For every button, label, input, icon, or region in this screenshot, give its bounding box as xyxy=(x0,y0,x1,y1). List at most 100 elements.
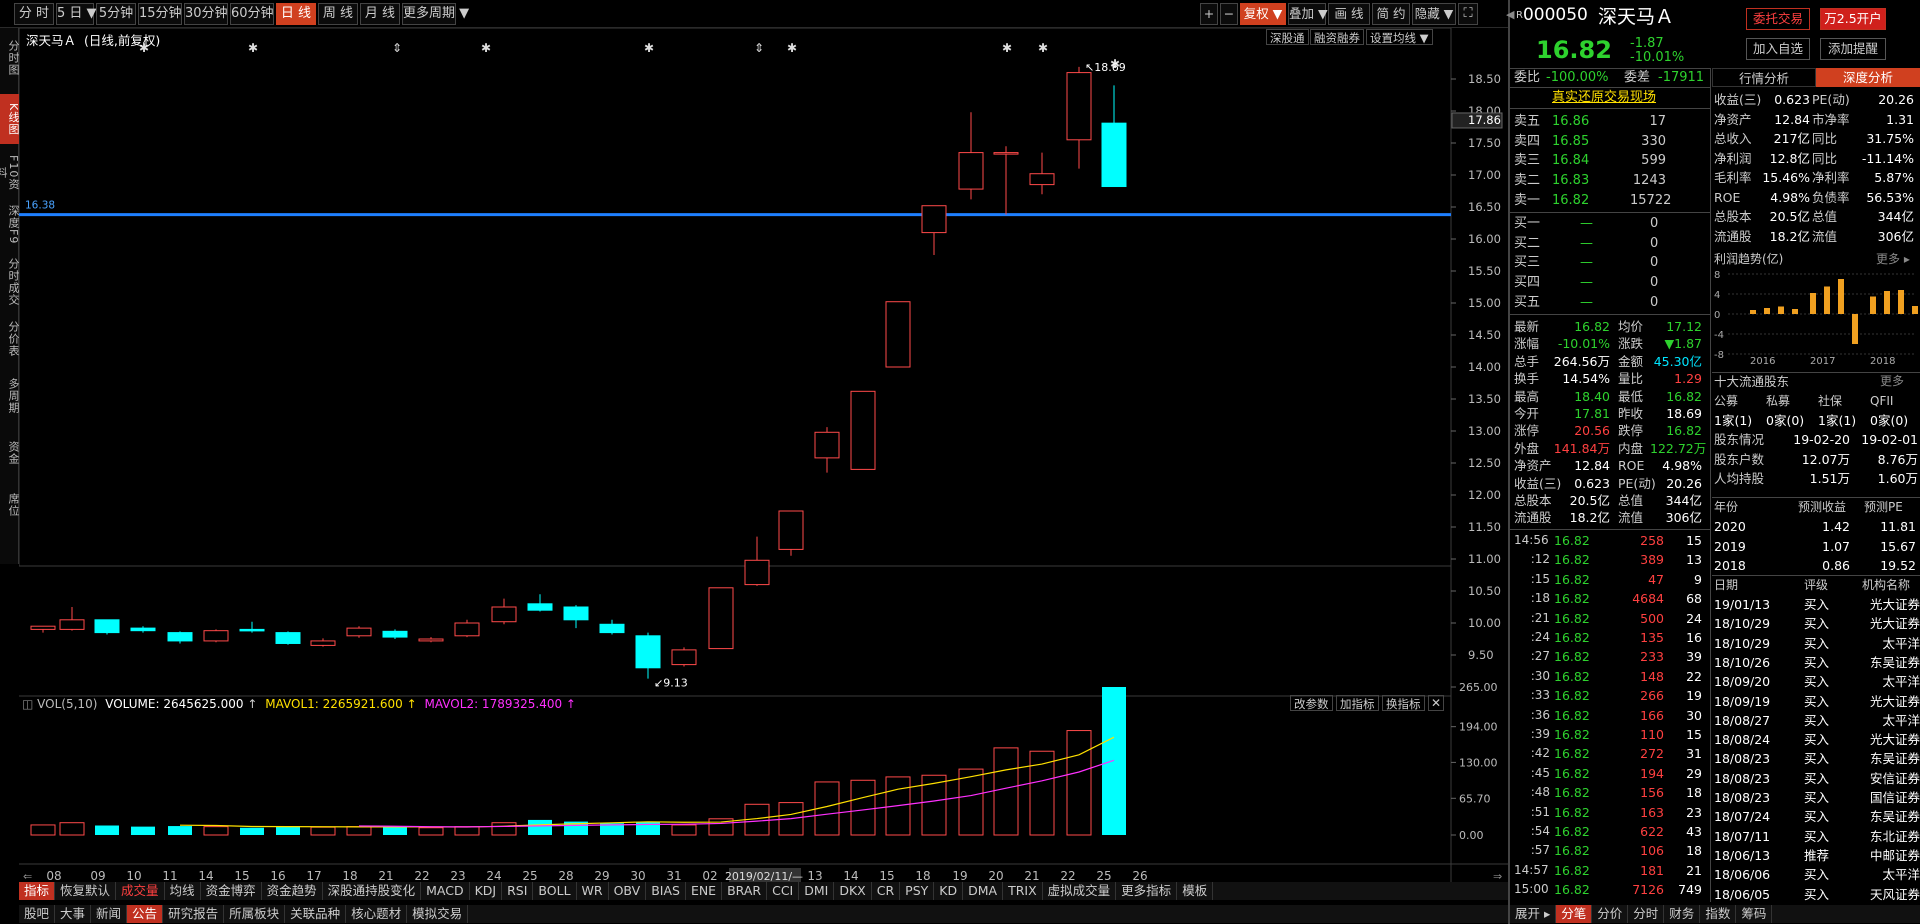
bottom_tabs1-tab-11[interactable]: WR xyxy=(577,882,609,900)
volume-bar[interactable] xyxy=(168,826,192,835)
add-alert-button[interactable]: 添加提醒 xyxy=(1820,38,1886,60)
bottom_tabs1-tab-9[interactable]: RSI xyxy=(502,882,534,900)
bottom_tabs1-tab-23[interactable]: TRIX xyxy=(1003,882,1043,900)
bottom_tabs1-tab-15[interactable]: BRAR xyxy=(722,882,768,900)
depth-tab-0[interactable]: 行情分析 xyxy=(1712,68,1816,87)
profit-bar[interactable] xyxy=(1912,306,1918,314)
candle[interactable] xyxy=(418,637,444,643)
period-btn-2[interactable]: 5分钟 xyxy=(96,3,136,25)
event-marker-star[interactable]: ✱ xyxy=(1038,41,1048,55)
profit-bar[interactable] xyxy=(1852,314,1858,344)
right-bottom-tab-2[interactable]: 分价 xyxy=(1592,905,1629,923)
bottom_tabs1-tab-7[interactable]: MACD xyxy=(421,882,470,900)
right-bottom-tab-3[interactable]: 分时 xyxy=(1628,905,1665,923)
bottom_tabs1-tab-20[interactable]: PSY xyxy=(900,882,935,900)
bottom_tabs2-tab-5[interactable]: 所属板块 xyxy=(224,905,286,923)
left-tab-5[interactable]: 分价表 xyxy=(0,316,20,362)
right-bottom-tab-0[interactable]: 展开 ▸ xyxy=(1510,905,1557,923)
candle[interactable] xyxy=(382,629,408,639)
event-marker-star[interactable]: ✱ xyxy=(787,41,797,55)
volume-bar[interactable] xyxy=(850,779,876,836)
volume-bar[interactable] xyxy=(240,827,264,835)
candle[interactable] xyxy=(30,625,56,633)
volume-bar[interactable] xyxy=(30,824,56,836)
bottom_tabs2-tab-2[interactable]: 新闻 xyxy=(91,905,128,923)
volume-bar[interactable] xyxy=(131,826,155,835)
toolbar-btn-4[interactable]: 画 线 xyxy=(1328,3,1370,25)
collapse-icon[interactable]: ◀ xyxy=(1506,8,1514,21)
bottom_tabs1-tab-8[interactable]: KDJ xyxy=(470,882,503,900)
close-icon[interactable]: ✕ xyxy=(1428,695,1444,711)
open-account-button[interactable]: 万2.5开户 xyxy=(1820,8,1886,30)
candle[interactable] xyxy=(671,647,697,667)
bottom_tabs1-tab-0[interactable]: 指标 xyxy=(19,882,56,900)
profit-bar[interactable] xyxy=(1792,309,1798,314)
candle[interactable] xyxy=(346,626,372,638)
toolbar-btn-6[interactable]: 隐藏 ▼ xyxy=(1412,3,1456,25)
bottom_tabs2-tab-4[interactable]: 研究报告 xyxy=(163,905,225,923)
candle[interactable] xyxy=(814,427,840,473)
toolbar-btn-5[interactable]: 简 约 xyxy=(1372,3,1410,25)
candle[interactable] xyxy=(239,621,265,633)
candle[interactable] xyxy=(59,607,85,631)
left-tab-3[interactable]: 深度F9 xyxy=(0,202,20,248)
volume-bar[interactable] xyxy=(993,747,1019,836)
right-bottom-tab-1[interactable]: 分笔 xyxy=(1556,905,1593,923)
volume-bar[interactable] xyxy=(95,825,119,835)
period-btn-5[interactable]: 60分钟 xyxy=(230,3,274,25)
candle[interactable] xyxy=(708,587,734,650)
event-marker-star[interactable]: ✱ xyxy=(481,41,491,55)
left-tab-8[interactable]: 席位 xyxy=(0,482,20,528)
candle[interactable] xyxy=(310,638,336,647)
candle[interactable] xyxy=(1029,152,1055,195)
bottom_tabs1-tab-24[interactable]: 虚拟成交量 xyxy=(1043,882,1117,900)
vol-btn-2[interactable]: 换指标 xyxy=(1382,695,1425,711)
holders-more-link[interactable]: 更多 xyxy=(1880,372,1904,391)
volume-bar[interactable] xyxy=(491,822,517,836)
volume-bar[interactable] xyxy=(59,822,85,836)
candle[interactable] xyxy=(454,619,480,638)
bottom_tabs1-tab-26[interactable]: 模板 xyxy=(1177,882,1214,900)
candle[interactable] xyxy=(1066,66,1092,169)
candle[interactable] xyxy=(275,631,301,645)
chart-header-btn-0[interactable]: 深股通 xyxy=(1266,29,1309,45)
chart-header-btn-1[interactable]: 融资融券 xyxy=(1310,29,1364,45)
bottom_tabs1-tab-6[interactable]: 深股通持股变化 xyxy=(323,882,422,900)
event-marker-arrow[interactable]: ⇕ xyxy=(392,41,402,55)
vol-settings-icon[interactable]: ◫ xyxy=(22,697,33,711)
toolbar-btn-1[interactable]: − xyxy=(1220,3,1238,25)
profit-bar[interactable] xyxy=(1824,286,1830,315)
volume-bar[interactable] xyxy=(276,826,300,835)
kline-chart[interactable]: 18.5018.0017.5017.0016.5016.0015.5015.00… xyxy=(19,28,1508,888)
profit-more-link[interactable]: 更多 ▸ xyxy=(1876,250,1910,269)
bottom_tabs1-tab-5[interactable]: 资金趋势 xyxy=(262,882,323,900)
depth-tab-1[interactable]: 深度分析 xyxy=(1816,68,1920,87)
candle[interactable] xyxy=(94,619,120,635)
candle[interactable] xyxy=(1101,85,1127,188)
vol-btn-1[interactable]: 加指标 xyxy=(1336,695,1379,711)
add-watch-button[interactable]: 加入自选 xyxy=(1746,38,1810,60)
period-btn-0[interactable]: 分 时 xyxy=(14,3,54,25)
volume-bar[interactable] xyxy=(310,826,336,836)
candle[interactable] xyxy=(850,390,876,470)
candle[interactable] xyxy=(599,619,625,635)
candle[interactable] xyxy=(563,605,589,629)
period-btn-3[interactable]: 15分钟 xyxy=(138,3,182,25)
chart-header-btn-2[interactable]: 设置均线 ▼ xyxy=(1366,29,1433,45)
replay-link[interactable]: 真实还原交易现场 xyxy=(1552,88,1656,107)
bottom_tabs2-tab-3[interactable]: 公告 xyxy=(127,905,164,923)
period-btn-8[interactable]: 月 线 xyxy=(360,3,400,25)
volume-bar[interactable] xyxy=(454,826,480,836)
period-btn-6[interactable]: 日 线 xyxy=(276,3,316,25)
period-btn-4[interactable]: 30分钟 xyxy=(184,3,228,25)
profit-bar[interactable] xyxy=(1870,296,1876,315)
bottom_tabs2-tab-6[interactable]: 关联品种 xyxy=(285,905,347,923)
trade-button[interactable]: 委托交易 xyxy=(1746,8,1810,30)
event-marker-star[interactable]: ✱ xyxy=(644,41,654,55)
bottom_tabs1-tab-21[interactable]: KD xyxy=(934,882,964,900)
left-tab-0[interactable]: 分时图 xyxy=(0,32,20,84)
fullscreen-icon[interactable]: ⛶ xyxy=(1458,3,1478,25)
bottom_tabs1-tab-17[interactable]: DMI xyxy=(799,882,835,900)
volume-bar[interactable] xyxy=(1066,730,1092,836)
period-btn-1[interactable]: 5 日 ▼ xyxy=(56,3,97,25)
